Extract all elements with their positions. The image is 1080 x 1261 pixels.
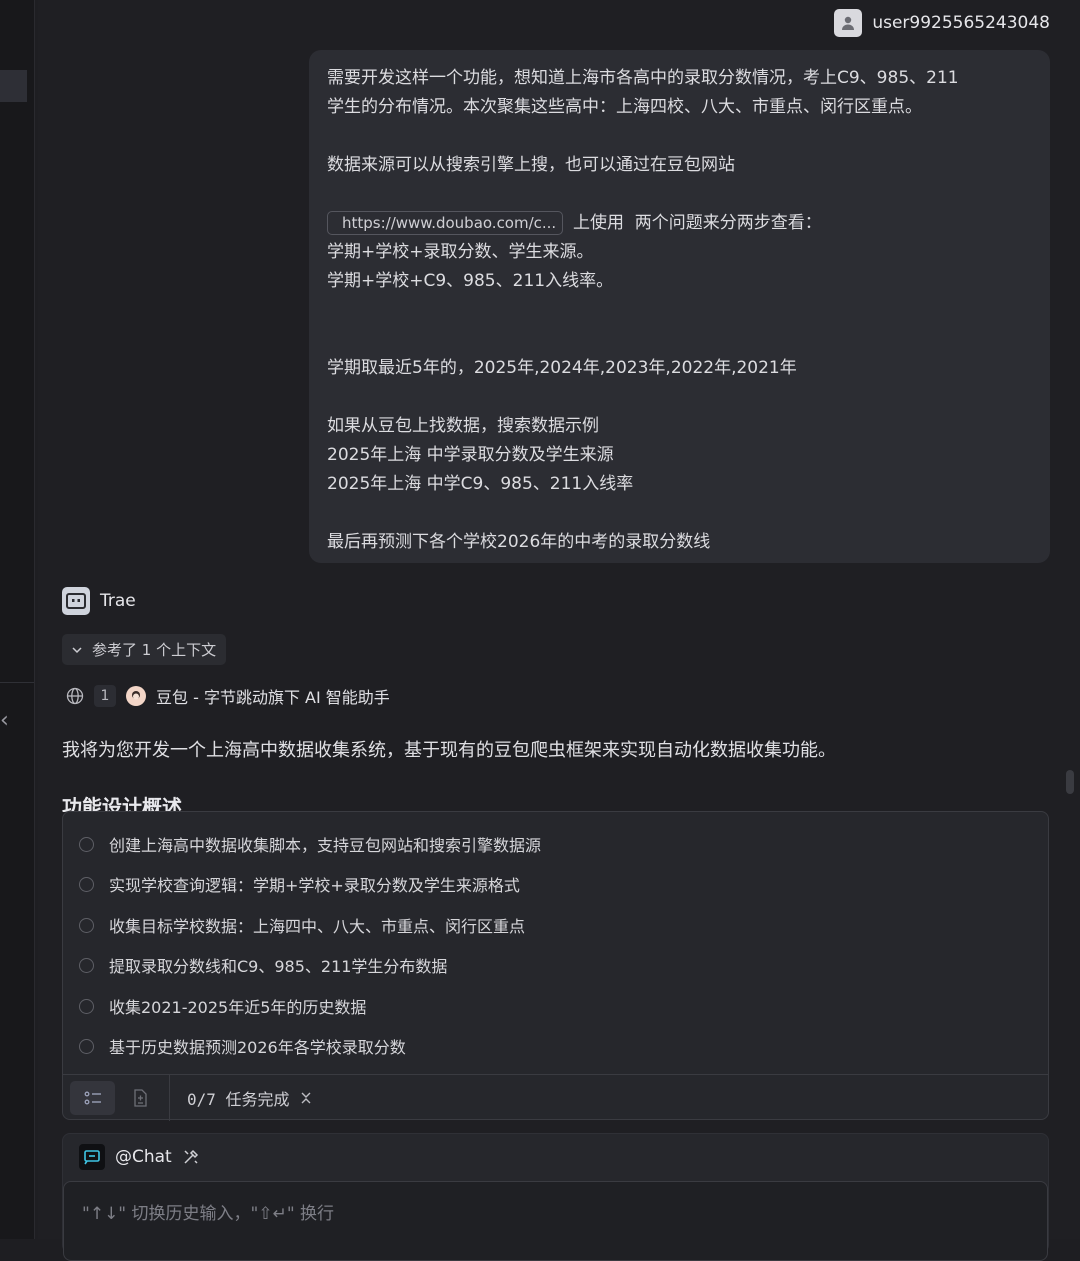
user-avatar-icon (834, 9, 863, 37)
context-toggle[interactable]: 参考了 1 个上下文 (62, 634, 227, 665)
chat-input-placeholder: "↑↓" 切换历史输入，"⇧↵" 换行 (82, 1204, 335, 1224)
user-header: user9925565243048 (834, 9, 1050, 37)
chevron-down-icon (72, 646, 82, 653)
task-label: 实现学校查询逻辑：学期+学校+录取分数及学生来源格式 (109, 876, 520, 895)
reference-title: 豆包 - 字节跳动旗下 AI 智能助手 (156, 688, 390, 707)
message-line: 最后再预测下各个学校2026年的中考的录取分数线 (327, 532, 711, 552)
task-progress[interactable]: 0/7 任务完成 (187, 1086, 312, 1110)
collapse-chevron-icon[interactable]: ‹ (0, 706, 14, 736)
message-line: 学期+学校+C9、985、211入线率。 (327, 271, 614, 291)
section-heading: 功能设计概述 (62, 795, 182, 812)
task-progress-label: 0/7 任务完成 (187, 1090, 290, 1109)
document-icon (134, 1089, 147, 1107)
task-item[interactable]: 提取录取分数线和C9、985、211学生分布数据 (79, 953, 447, 977)
doubao-avatar-icon (126, 686, 146, 706)
expand-collapse-icon (301, 1092, 311, 1104)
message-line: 需要开发这样一个功能，想知道上海市各高中的录取分数情况，考上C9、985、211 (327, 68, 959, 88)
checklist-icon (84, 1091, 101, 1105)
task-item[interactable]: 收集目标学校数据：上海四中、八大、市重点、闵行区重点 (79, 913, 525, 937)
task-list-view-button[interactable] (70, 1081, 115, 1115)
task-status-circle-icon[interactable] (79, 917, 94, 933)
message-line: 学生的分布情况。本次聚集这些高中：上海四校、八大、市重点、闵行区重点。 (327, 97, 922, 117)
message-line: 2025年上海 中学录取分数及学生来源 (327, 445, 614, 465)
task-item[interactable]: 基于历史数据预测2026年各学校录取分数 (79, 1034, 406, 1058)
trae-logo-icon (62, 587, 90, 615)
footer-divider (169, 1075, 170, 1121)
assistant-intro: 我将为您开发一个上海高中数据收集系统，基于现有的豆包爬虫框架来实现自动化数据收集… (62, 740, 836, 761)
assistant-header: Trae (62, 587, 136, 615)
chat-mode-label: @Chat (115, 1147, 172, 1167)
document-view-button[interactable] (125, 1081, 155, 1115)
message-line: 数据来源可以从搜索引擎上搜，也可以通过在豆包网站 (327, 155, 735, 175)
task-status-circle-icon[interactable] (79, 876, 94, 892)
chat-mode[interactable]: @Chat (79, 1144, 200, 1170)
link-text: https://www.doubao.com/c... (342, 213, 557, 232)
task-label: 创建上海高中数据收集脚本，支持豆包网站和搜索引擎数据源 (109, 836, 542, 855)
task-status-circle-icon[interactable] (79, 836, 94, 852)
chat-input[interactable]: "↑↓" 切换历史输入，"⇧↵" 换行 (63, 1181, 1048, 1261)
sidebar-selected-item[interactable] (0, 70, 27, 102)
left-sidebar: ‹ (0, 0, 35, 1239)
user-message-bubble: 需要开发这样一个功能，想知道上海市各高中的录取分数情况，考上C9、985、211… (309, 50, 1050, 563)
task-list-panel: 创建上海高中数据收集脚本，支持豆包网站和搜索引擎数据源 实现学校查询逻辑：学期+… (62, 811, 1049, 1121)
task-item[interactable]: 收集2021-2025年近5年的历史数据 (79, 994, 366, 1018)
task-list-footer: 0/7 任务完成 (63, 1074, 1048, 1121)
reference-item[interactable]: 1 豆包 - 字节跳动旗下 AI 智能助手 (66, 684, 390, 708)
assistant-name: Trae (100, 591, 136, 611)
task-label: 收集2021-2025年近5年的历史数据 (109, 998, 367, 1017)
task-item[interactable]: 创建上海高中数据收集脚本，支持豆包网站和搜索引擎数据源 (79, 832, 541, 856)
message-line: 如果从豆包上找数据，搜索数据示例 (327, 416, 599, 436)
message-line: 学期+学校+录取分数、学生来源。 (327, 242, 594, 262)
reference-count: 1 (94, 685, 116, 707)
task-status-circle-icon[interactable] (79, 957, 94, 973)
sidebar-divider (0, 682, 34, 683)
message-line: 学期取最近5年的，2025年,2024年,2023年,2022年,2021年 (327, 358, 797, 378)
task-label: 提取录取分数线和C9、985、211学生分布数据 (109, 957, 448, 976)
task-label: 收集目标学校数据：上海四中、八大、市重点、闵行区重点 (109, 917, 526, 936)
username: user9925565243048 (872, 13, 1050, 33)
task-status-circle-icon[interactable] (79, 998, 94, 1014)
scrollbar[interactable] (1066, 770, 1074, 794)
message-line-rest: 上使用 两个问题来分两步查看： (573, 213, 822, 233)
task-item[interactable]: 实现学校查询逻辑：学期+学校+录取分数及学生来源格式 (79, 872, 520, 896)
chat-composer: @Chat "↑↓" 切换历史输入，"⇧↵" 换行 (62, 1133, 1049, 1261)
task-label: 基于历史数据预测2026年各学校录取分数 (109, 1038, 406, 1057)
globe-icon (66, 687, 84, 705)
tools-icon (184, 1149, 198, 1164)
chat-logo-icon (79, 1144, 105, 1170)
message-line: https://www.doubao.com/c... 上使用 两个问题来分两步查… (327, 209, 1032, 238)
link-chip[interactable]: https://www.doubao.com/c... (327, 211, 563, 235)
message-line: 2025年上海 中学C9、985、211入线率 (327, 474, 634, 494)
context-label: 参考了 1 个上下文 (92, 641, 217, 659)
task-status-circle-icon[interactable] (79, 1038, 94, 1054)
